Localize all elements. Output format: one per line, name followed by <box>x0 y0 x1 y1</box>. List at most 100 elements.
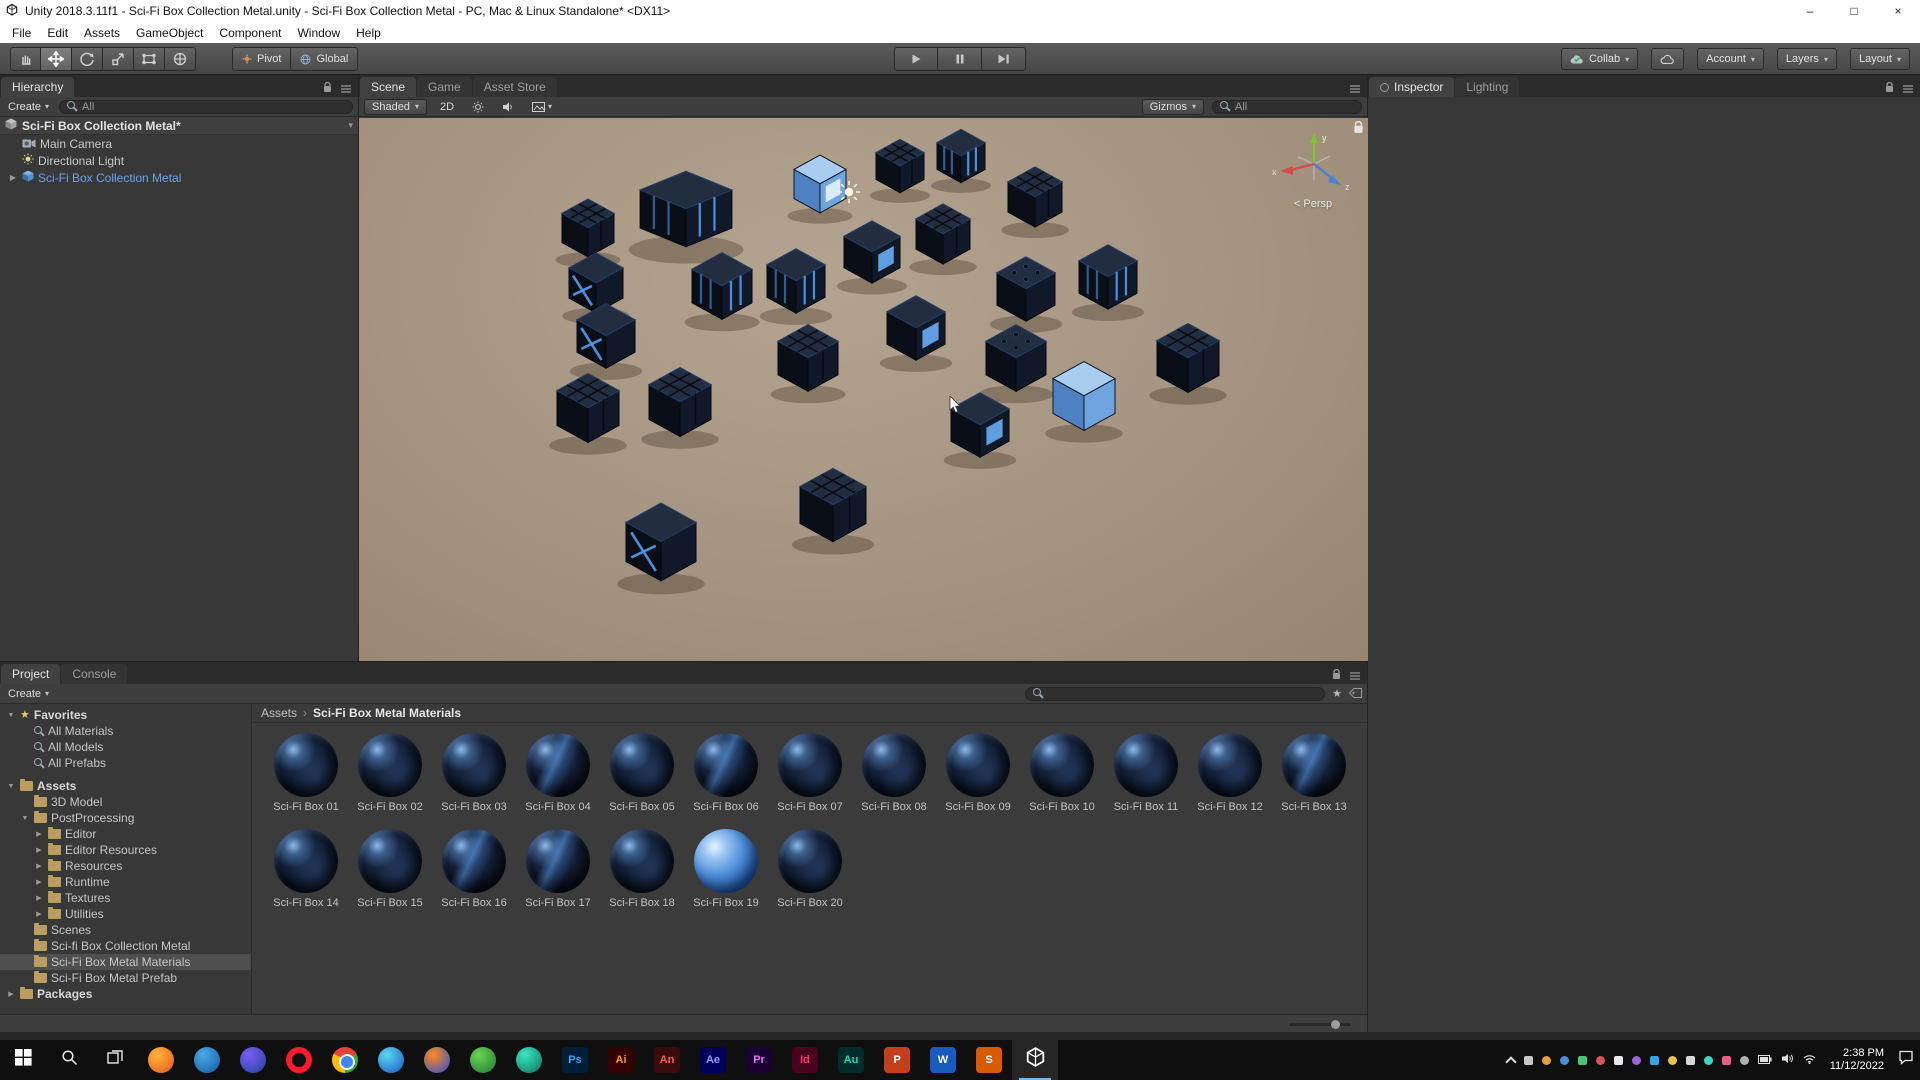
scene-cube[interactable] <box>1071 244 1145 321</box>
taskbar-audition[interactable]: Au <box>828 1040 874 1080</box>
taskbar-edge[interactable] <box>368 1040 414 1080</box>
account-dropdown[interactable]: Account ▾ <box>1697 48 1764 70</box>
tab-asset-store[interactable]: Asset Store <box>472 77 557 97</box>
asset-sci-fi-box-06[interactable]: Sci-Fi Box 06 <box>684 733 768 813</box>
scene-orientation-gizmo[interactable]: y x z <box>1268 130 1358 194</box>
scene-cube[interactable] <box>549 372 627 455</box>
scene-cube[interactable] <box>1149 322 1227 405</box>
play-button[interactable] <box>894 47 938 71</box>
rotate-tool-button[interactable] <box>72 47 103 71</box>
search-by-type-icon[interactable]: ★ <box>1332 687 1342 700</box>
move-tool-button[interactable] <box>41 47 72 71</box>
transform-tool-button[interactable] <box>165 47 196 71</box>
menu-component[interactable]: Component <box>211 26 289 40</box>
hierarchy-item-sci-fi-box-collection-metal[interactable]: ▶ Sci-Fi Box Collection Metal <box>0 169 358 186</box>
project-tree-assets[interactable]: ▼ Assets <box>0 778 251 794</box>
tray-1-icon[interactable] <box>1523 1055 1533 1065</box>
tray-13-icon[interactable] <box>1739 1055 1749 1065</box>
taskbar-chrome[interactable] <box>322 1040 368 1080</box>
perspective-label[interactable]: < Persp <box>1268 198 1358 210</box>
project-tree-3d-model[interactable]: 3D Model <box>0 794 251 810</box>
tray-11-icon[interactable] <box>1703 1055 1713 1065</box>
scene-header-menu-icon[interactable]: ▾ <box>348 120 353 131</box>
breadcrumb-current[interactable]: Sci-Fi Box Metal Materials <box>313 706 461 720</box>
asset-sci-fi-box-14[interactable]: Sci-Fi Box 14 <box>264 829 348 909</box>
maximize-button[interactable]: □ <box>1832 0 1876 22</box>
project-tree-sci-fi-box-metal-materials[interactable]: Sci-Fi Box Metal Materials <box>0 954 251 970</box>
tree-arrow-icon[interactable]: ▼ <box>6 783 16 790</box>
tree-arrow-icon[interactable]: ▶ <box>34 830 44 838</box>
menu-help[interactable]: Help <box>348 26 389 40</box>
tray-5-icon[interactable] <box>1595 1055 1605 1065</box>
tray-4-icon[interactable] <box>1577 1055 1587 1065</box>
hierarchy-search-input[interactable]: All <box>59 99 353 114</box>
taskbar-search[interactable] <box>46 1040 92 1080</box>
network-icon[interactable] <box>1803 1051 1816 1069</box>
rect-tool-button[interactable] <box>134 47 165 71</box>
tree-arrow-icon[interactable]: ▼ <box>6 712 16 719</box>
asset-sci-fi-box-15[interactable]: Sci-Fi Box 15 <box>348 829 432 909</box>
taskbar-task-view[interactable] <box>92 1040 138 1080</box>
close-button[interactable]: × <box>1876 0 1920 22</box>
asset-sci-fi-box-03[interactable]: Sci-Fi Box 03 <box>432 733 516 813</box>
tray-12-icon[interactable] <box>1721 1055 1731 1065</box>
step-button[interactable] <box>982 47 1026 71</box>
taskbar-premiere[interactable]: Pr <box>736 1040 782 1080</box>
project-tree-resources[interactable]: ▶ Resources <box>0 858 251 874</box>
asset-sci-fi-box-17[interactable]: Sci-Fi Box 17 <box>516 829 600 909</box>
expand-arrow-icon[interactable]: ▶ <box>8 173 18 182</box>
hand-tool-button[interactable] <box>10 47 41 71</box>
taskbar-word[interactable]: W <box>920 1040 966 1080</box>
asset-sci-fi-box-10[interactable]: Sci-Fi Box 10 <box>1020 733 1104 813</box>
scene-cube[interactable] <box>837 220 907 295</box>
asset-sci-fi-box-11[interactable]: Sci-Fi Box 11 <box>1104 733 1188 813</box>
layers-dropdown[interactable]: Layers ▾ <box>1776 48 1837 70</box>
shading-mode-dropdown[interactable]: Shaded ▾ <box>364 98 427 115</box>
tray-6-icon[interactable] <box>1613 1055 1623 1065</box>
asset-sci-fi-box-01[interactable]: Sci-Fi Box 01 <box>264 733 348 813</box>
scene-cube[interactable] <box>641 366 719 449</box>
panel-menu-icon[interactable] <box>1349 667 1361 685</box>
tray-3-icon[interactable] <box>1559 1055 1569 1065</box>
project-tree-all-models[interactable]: All Models <box>0 739 251 755</box>
project-tree-scenes[interactable]: Scenes <box>0 922 251 938</box>
scene-viewport[interactable]: y x z < Persp <box>359 118 1368 661</box>
menu-gameobject[interactable]: GameObject <box>128 26 211 40</box>
asset-sci-fi-box-07[interactable]: Sci-Fi Box 07 <box>768 733 852 813</box>
scene-cube[interactable] <box>791 467 875 555</box>
scene-cube[interactable] <box>931 128 991 193</box>
tree-arrow-icon[interactable]: ▶ <box>34 846 44 854</box>
hierarchy-scene-header[interactable]: Sci-Fi Box Collection Metal* ▾ <box>0 117 358 135</box>
layout-dropdown[interactable]: Layout ▾ <box>1849 48 1910 70</box>
scene-cube[interactable] <box>617 502 705 595</box>
tray-expand-icon[interactable] <box>1505 1056 1517 1068</box>
tab-console[interactable]: Console <box>61 664 128 684</box>
scene-cube[interactable] <box>870 138 930 203</box>
project-tree-utilities[interactable]: ▶ Utilities <box>0 906 251 922</box>
project-tree-packages[interactable]: ▶ Packages <box>0 986 251 1002</box>
tree-arrow-icon[interactable]: ▶ <box>34 910 44 918</box>
scene-cube[interactable] <box>909 203 977 276</box>
minimize-button[interactable]: – <box>1788 0 1832 22</box>
scene-cube[interactable] <box>684 252 760 332</box>
lock-icon[interactable] <box>1885 80 1894 98</box>
project-tree-all-materials[interactable]: All Materials <box>0 723 251 739</box>
tray-8-icon[interactable] <box>1649 1055 1659 1065</box>
menu-window[interactable]: Window <box>289 26 348 40</box>
tray-10-icon[interactable] <box>1685 1055 1695 1065</box>
gizmos-dropdown[interactable]: Gizmos ▾ <box>1141 98 1204 115</box>
asset-sci-fi-box-20[interactable]: Sci-Fi Box 20 <box>768 829 852 909</box>
menu-assets[interactable]: Assets <box>76 26 128 40</box>
taskbar-media-app[interactable] <box>506 1040 552 1080</box>
taskbar-powerpoint[interactable]: P <box>874 1040 920 1080</box>
project-tree-sci-fi-box-collection-metal[interactable]: Sci-fi Box Collection Metal <box>0 938 251 954</box>
taskbar-firefox-nightly[interactable] <box>230 1040 276 1080</box>
search-by-label-icon[interactable] <box>1348 685 1362 703</box>
scale-tool-button[interactable] <box>103 47 134 71</box>
scene-cube[interactable] <box>1001 166 1069 239</box>
tab-lighting[interactable]: Lighting <box>1455 77 1520 97</box>
volume-icon[interactable] <box>1781 1051 1794 1069</box>
lock-icon[interactable] <box>1332 667 1341 685</box>
asset-sci-fi-box-16[interactable]: Sci-Fi Box 16 <box>432 829 516 909</box>
project-tree-editor-resources[interactable]: ▶ Editor Resources <box>0 842 251 858</box>
